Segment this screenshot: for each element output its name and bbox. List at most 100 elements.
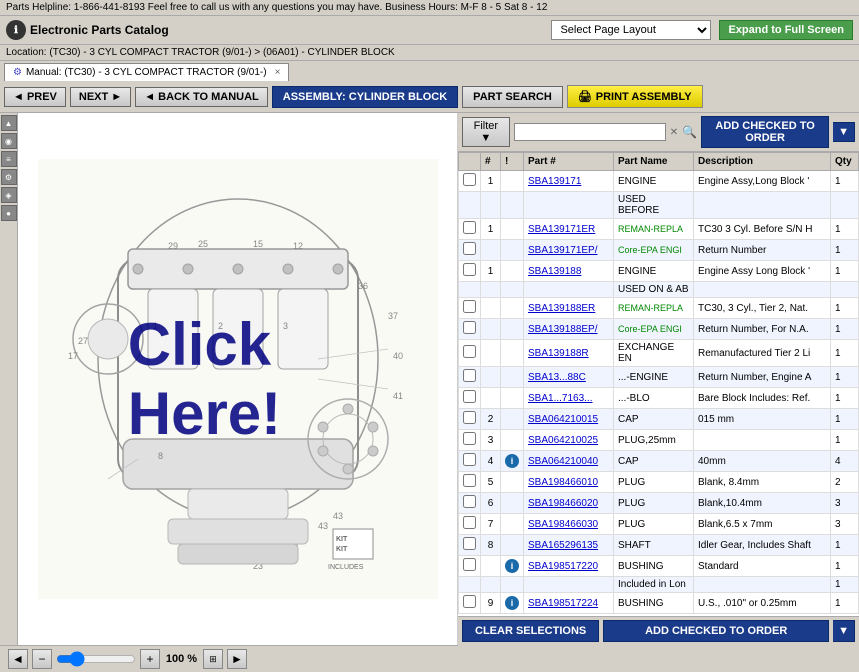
header-row: ℹ Electronic Parts Catalog Select Page L… [0,16,859,44]
info-icon[interactable]: i [505,596,519,610]
part-number-link[interactable]: SBA198466010 [528,477,598,488]
row-checkbox[interactable] [463,474,476,487]
row-part-name: ...-ENGINE [614,367,694,388]
part-number-link[interactable]: SBA139171ER [528,224,595,235]
part-number-link[interactable]: SBA064210025 [528,435,598,446]
row-qty: 1 [831,556,859,577]
part-number-link[interactable]: SBA165296135 [528,540,598,551]
nav-next-button[interactable]: ► [227,649,247,669]
print-assembly-button[interactable]: 🖨 PRINT ASSEMBLY [567,85,703,108]
page-layout-select[interactable]: Select Page Layout [551,20,711,40]
row-info [501,367,524,388]
row-checkbox[interactable] [463,221,476,234]
part-number-link[interactable]: SBA198466020 [528,498,598,509]
sidebar-icon-1[interactable]: ▲ [1,115,17,131]
row-checkbox[interactable] [463,516,476,529]
row-checkbox[interactable] [463,173,476,186]
row-checkbox[interactable] [463,558,476,571]
add-checked-top-label: ADD CHECKED TO ORDER [710,120,820,144]
sidebar-icon-3[interactable]: ≡ [1,151,17,167]
col-check [459,153,481,171]
row-description: Blank,10.4mm [694,493,831,514]
row-checkbox-cell [459,514,481,535]
row-checkbox[interactable] [463,390,476,403]
part-number-link[interactable]: SBA139171EP/ [528,245,598,256]
row-checkbox[interactable] [463,369,476,382]
row-checkbox[interactable] [463,321,476,334]
row-part-name: Included in Lon [614,577,694,593]
part-number-link[interactable]: SBA139171 [528,176,581,187]
row-checkbox[interactable] [463,495,476,508]
part-number-link[interactable]: SBA139188ER [528,303,595,314]
row-checkbox[interactable] [463,242,476,255]
row-checkbox[interactable] [463,432,476,445]
part-number-link[interactable]: SBA198466030 [528,519,598,530]
row-checkbox[interactable] [463,537,476,550]
zoom-in-button[interactable]: + [140,649,160,669]
row-info [501,388,524,409]
part-number-link[interactable]: SBA139188 [528,266,581,277]
sidebar-icon-4[interactable]: ⚙ [1,169,17,185]
table-row: 4iSBA064210040CAP40mm4 [459,451,859,472]
sidebar-icon-5[interactable]: ◈ [1,187,17,203]
filter-input[interactable] [514,123,666,141]
row-part-number: SBA198517224 [524,593,614,614]
part-number-link[interactable]: SBA139188EP/ [528,324,598,335]
next-button[interactable]: NEXT ► [70,87,131,107]
row-part-number: SBA064210025 [524,430,614,451]
part-number-link[interactable]: SBA064210040 [528,456,598,467]
row-checkbox[interactable] [463,595,476,608]
row-number: 2 [481,409,501,430]
expand-button[interactable]: Expand to Full Screen [719,20,853,40]
row-qty: 4 [831,451,859,472]
part-number-link[interactable]: SBA139188R [528,348,589,359]
filter-button[interactable]: Filter ▼ [462,117,510,147]
part-number-link[interactable]: SBA1...7163... [528,393,593,404]
row-part-name: REMAN-REPLA [614,219,694,240]
add-checked-top-dropdown[interactable]: ▼ [833,122,855,142]
row-description: Blank, 8.4mm [694,472,831,493]
zoom-slider[interactable] [56,651,136,667]
row-part-number [524,192,614,219]
svg-text:36: 36 [358,281,368,291]
add-checked-bottom-button[interactable]: ADD CHECKED TO ORDER [603,620,829,642]
prev-button[interactable]: ◄ PREV [4,87,66,107]
row-info [501,409,524,430]
sidebar-icon-6[interactable]: ● [1,205,17,221]
zoom-bar: ◄ − + 100 % ⊞ ► [0,645,458,672]
clear-selections-button[interactable]: CLEAR SELECTIONS [462,620,599,642]
add-checked-top-button[interactable]: ADD CHECKED TO ORDER [701,116,829,148]
part-search-button[interactable]: PART SEARCH [462,86,563,108]
zoom-out-button[interactable]: − [32,649,52,669]
row-part-name: PLUG,25mm [614,430,694,451]
row-number [481,282,501,298]
part-number-link[interactable]: SBA198517224 [528,598,598,609]
filter-search-icon[interactable]: 🔍 [682,125,697,139]
row-checkbox[interactable] [463,453,476,466]
row-qty: 1 [831,409,859,430]
info-icon[interactable]: i [505,454,519,468]
row-checkbox[interactable] [463,263,476,276]
row-checkbox[interactable] [463,411,476,424]
row-number [481,298,501,319]
row-part-name: EXCHANGE EN [614,340,694,367]
parts-table-container[interactable]: # ! Part # Part Name Description Qty 1SB… [458,152,859,616]
nav-prev-button[interactable]: ◄ [8,649,28,669]
tab-close-icon[interactable]: × [275,67,281,78]
sidebar-icon-2[interactable]: ◉ [1,133,17,149]
row-checkbox[interactable] [463,300,476,313]
filter-clear-icon[interactable]: ✕ [670,127,678,138]
row-qty: 1 [831,593,859,614]
fit-button[interactable]: ⊞ [203,649,223,669]
back-to-manual-button[interactable]: ◄ BACK TO MANUAL [135,87,268,107]
part-number-link[interactable]: SBA064210015 [528,414,598,425]
add-checked-bottom-dropdown[interactable]: ▼ [833,620,855,642]
info-icon[interactable]: i [505,559,519,573]
part-number-link[interactable]: SBA198517220 [528,561,598,572]
svg-text:2: 2 [218,321,223,331]
manual-tab[interactable]: ⚙ Manual: (TC30) - 3 CYL COMPACT TRACTOR… [4,63,289,81]
diagram-area[interactable]: 17 27 1 2 3 37 40 41 36 8 32 33 34 23 39… [18,113,458,645]
row-checkbox[interactable] [463,345,476,358]
part-number-link[interactable]: SBA13...88C [528,372,586,383]
row-checkbox-cell [459,409,481,430]
